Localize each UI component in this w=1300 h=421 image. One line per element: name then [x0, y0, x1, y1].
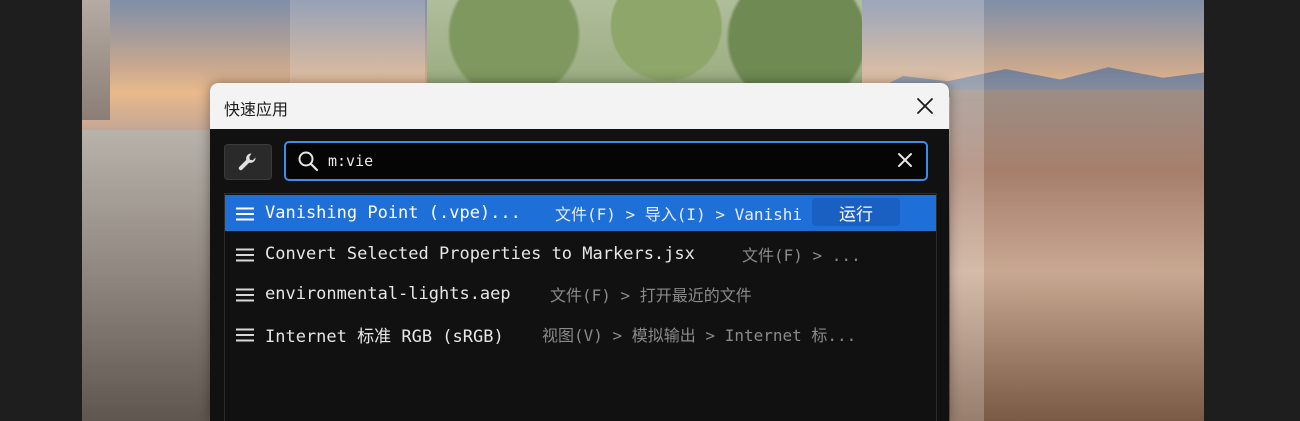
search-input[interactable]	[328, 149, 888, 173]
menu-icon	[236, 328, 254, 342]
dialog-titlebar: 快速应用	[210, 83, 949, 129]
result-name: Vanishing Point (.vpe)...	[265, 203, 521, 223]
dialog-title: 快速应用	[224, 100, 289, 119]
result-path: 视图(V) > 模拟输出 > Internet 标...	[542, 326, 857, 345]
quick-apply-dialog: 快速应用 Vanishing Point (.vpe)... 文件(F) > 导…	[210, 83, 949, 421]
result-name: environmental-lights.aep	[265, 284, 511, 304]
close-icon	[917, 98, 933, 114]
result-row-convert-markers[interactable]: Convert Selected Properties to Markers.j…	[225, 236, 936, 272]
close-button[interactable]	[910, 91, 940, 121]
result-row-internet-srgb[interactable]: Internet 标准 RGB (sRGB) 视图(V) > 模拟输出 > In…	[225, 316, 936, 352]
wrench-icon	[238, 153, 256, 171]
result-row-vanishing-point[interactable]: Vanishing Point (.vpe)... 文件(F) > 导入(I) …	[225, 195, 936, 231]
settings-button[interactable]	[224, 144, 272, 180]
result-path: 文件(F) > 导入(I) > Vanishi	[555, 205, 803, 224]
result-path: 文件(F) > 打开最近的文件	[550, 286, 752, 305]
result-path: 文件(F) > ...	[742, 246, 861, 265]
results-list: Vanishing Point (.vpe)... 文件(F) > 导入(I) …	[224, 193, 937, 421]
menu-icon	[236, 248, 254, 262]
menu-icon	[236, 207, 254, 221]
result-row-environmental-lights[interactable]: environmental-lights.aep 文件(F) > 打开最近的文件	[225, 276, 936, 312]
result-name: Internet 标准 RGB (sRGB)	[265, 326, 504, 347]
menu-icon	[236, 288, 254, 302]
clear-icon[interactable]	[897, 152, 913, 168]
run-button[interactable]: 运行	[812, 198, 900, 226]
search-box	[284, 141, 928, 181]
search-icon	[298, 151, 319, 172]
result-name: Convert Selected Properties to Markers.j…	[265, 244, 695, 264]
